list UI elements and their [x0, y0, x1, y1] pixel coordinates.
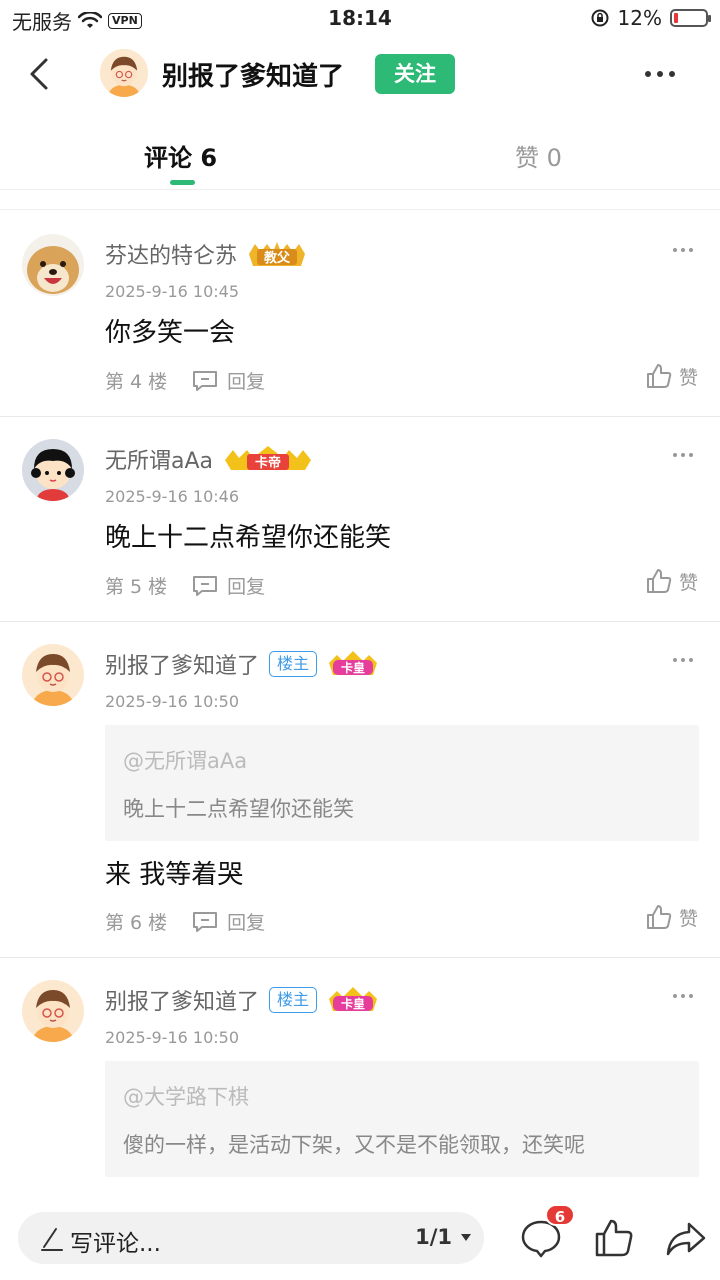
- like-button[interactable]: 赞: [645, 362, 698, 390]
- rank-badge-icon: 卡帝: [225, 446, 312, 471]
- rank-badge-text: 卡帝: [255, 455, 281, 471]
- back-arrow-icon[interactable]: [22, 54, 62, 94]
- owner-badge: 楼主: [269, 987, 318, 1013]
- like-button[interactable]: 赞: [645, 903, 698, 931]
- avatar[interactable]: [22, 644, 84, 706]
- rank-badge-text: 教父: [263, 250, 291, 266]
- bottom-action-bar: 写评论... 1/1 6: [0, 1196, 720, 1280]
- comment-item: 无所谓aAa 卡帝 2025-9-16 10:46 晚上十二点希望你还能笑 第 …: [0, 417, 720, 622]
- comment-timestamp: 2025-9-16 10:50: [105, 1028, 239, 1047]
- cartoon-girl-avatar-icon: [22, 439, 84, 501]
- status-bar: 无服务 VPN 18:14 12%: [0, 0, 720, 36]
- like-button[interactable]: 赞: [645, 567, 698, 595]
- comment-text: 来 我等着哭: [105, 860, 244, 890]
- page-title: 别报了爹知道了: [162, 62, 345, 92]
- thumbs-up-icon: [646, 364, 672, 388]
- quoted-username: @大学路下棋: [123, 1085, 249, 1109]
- reply-button[interactable]: 回复: [191, 367, 265, 394]
- rank-badge-icon: 教父: [249, 242, 306, 266]
- comment-username[interactable]: 芬达的特仑苏: [105, 238, 237, 270]
- comment-more-icon[interactable]: [672, 656, 694, 664]
- tab-comments[interactable]: 评论 6: [144, 138, 217, 173]
- rank-badge-text: 卡皇: [341, 660, 365, 675]
- write-comment-input[interactable]: 写评论... 1/1: [18, 1212, 484, 1264]
- cartoon-boy-icon: [22, 644, 84, 706]
- chevron-down-icon[interactable]: [461, 1234, 471, 1241]
- avatar[interactable]: [22, 439, 84, 501]
- battery-percent: 12%: [617, 6, 662, 30]
- comment-timestamp: 2025-9-16 10:50: [105, 692, 239, 711]
- orientation-lock-icon: [591, 9, 609, 27]
- quoted-text: 傻的一样，是活动下架，又不是不能领取，还笑呢: [123, 1133, 585, 1157]
- floor-number: 第 6 楼: [105, 912, 168, 934]
- owner-badge: 楼主: [269, 651, 318, 677]
- quoted-username: @无所谓aAa: [123, 749, 248, 773]
- reply-bubble-icon: [193, 370, 218, 391]
- comment-item: 别报了爹知道了 楼主 卡皇 2025-9-16 10:50 @大学路下棋 傻的一…: [0, 958, 720, 1196]
- comment-count-badge: 6: [545, 1204, 575, 1226]
- comment-more-icon[interactable]: [672, 246, 694, 254]
- rank-badge-text: 卡皇: [341, 996, 365, 1011]
- pencil-icon: [41, 1228, 63, 1251]
- more-options-icon[interactable]: [644, 64, 676, 84]
- avatar[interactable]: [22, 234, 84, 296]
- rank-badge-icon: 卡皇: [329, 651, 378, 675]
- tab-bar: 评论 6 赞 0: [0, 112, 720, 190]
- comment-username[interactable]: 别报了爹知道了: [105, 648, 259, 680]
- battery-icon: [670, 9, 711, 27]
- avatar[interactable]: [22, 980, 84, 1042]
- comment-item: 芬达的特仑苏 教父 2025-9-16 10:45 你多笑一会 第 4 楼 回复: [0, 212, 720, 417]
- cartoon-boy-icon: [22, 980, 84, 1042]
- like-label: 赞: [678, 571, 698, 594]
- tab-likes[interactable]: 赞 0: [515, 138, 562, 173]
- dog-avatar-icon: [22, 234, 84, 296]
- quoted-text: 晚上十二点希望你还能笑: [123, 797, 354, 821]
- top-bar: 别报了爹知道了 关注: [0, 36, 720, 112]
- comment-item: 别报了爹知道了 楼主 卡皇 2025-9-16 10:50 @无所谓aAa 晚上…: [0, 622, 720, 958]
- reply-bubble-icon: [193, 911, 218, 932]
- floor-number: 第 4 楼: [105, 371, 168, 393]
- divider: [0, 190, 720, 210]
- like-label: 赞: [678, 366, 698, 389]
- thumbs-up-icon: [646, 905, 672, 929]
- page-indicator[interactable]: 1/1: [415, 1225, 452, 1249]
- thumbs-up-icon[interactable]: [592, 1216, 636, 1260]
- cartoon-boy-icon: [100, 49, 148, 97]
- comment-more-icon[interactable]: [672, 451, 694, 459]
- comment-list: 芬达的特仑苏 教父 2025-9-16 10:45 你多笑一会 第 4 楼 回复: [0, 212, 720, 1196]
- comment-timestamp: 2025-9-16 10:45: [105, 282, 239, 301]
- write-comment-placeholder: 写评论...: [70, 1231, 161, 1257]
- quoted-comment[interactable]: @无所谓aAa 晚上十二点希望你还能笑: [105, 725, 699, 841]
- reply-button[interactable]: 回复: [191, 908, 265, 935]
- comment-more-icon[interactable]: [672, 992, 694, 1000]
- thumbs-up-icon: [646, 569, 672, 593]
- comment-text: 晚上十二点希望你还能笑: [105, 523, 392, 553]
- author-avatar[interactable]: [100, 49, 148, 97]
- reply-label: 回复: [227, 371, 266, 393]
- share-icon[interactable]: [664, 1216, 708, 1260]
- like-label: 赞: [678, 907, 698, 930]
- active-tab-indicator: [170, 180, 195, 185]
- reply-bubble-icon: [193, 575, 218, 596]
- rank-badge-icon: 卡皇: [329, 987, 378, 1011]
- reply-button[interactable]: 回复: [191, 572, 265, 599]
- floor-number: 第 5 楼: [105, 576, 168, 598]
- quoted-comment[interactable]: @大学路下棋 傻的一样，是活动下架，又不是不能领取，还笑呢: [105, 1061, 699, 1177]
- comment-text: 你多笑一会: [105, 318, 236, 348]
- comment-username[interactable]: 别报了爹知道了: [105, 984, 259, 1016]
- follow-button[interactable]: 关注: [375, 54, 455, 94]
- comment-username[interactable]: 无所谓aAa: [105, 443, 213, 475]
- reply-label: 回复: [227, 576, 266, 598]
- comment-timestamp: 2025-9-16 10:46: [105, 487, 239, 506]
- reply-label: 回复: [227, 912, 266, 934]
